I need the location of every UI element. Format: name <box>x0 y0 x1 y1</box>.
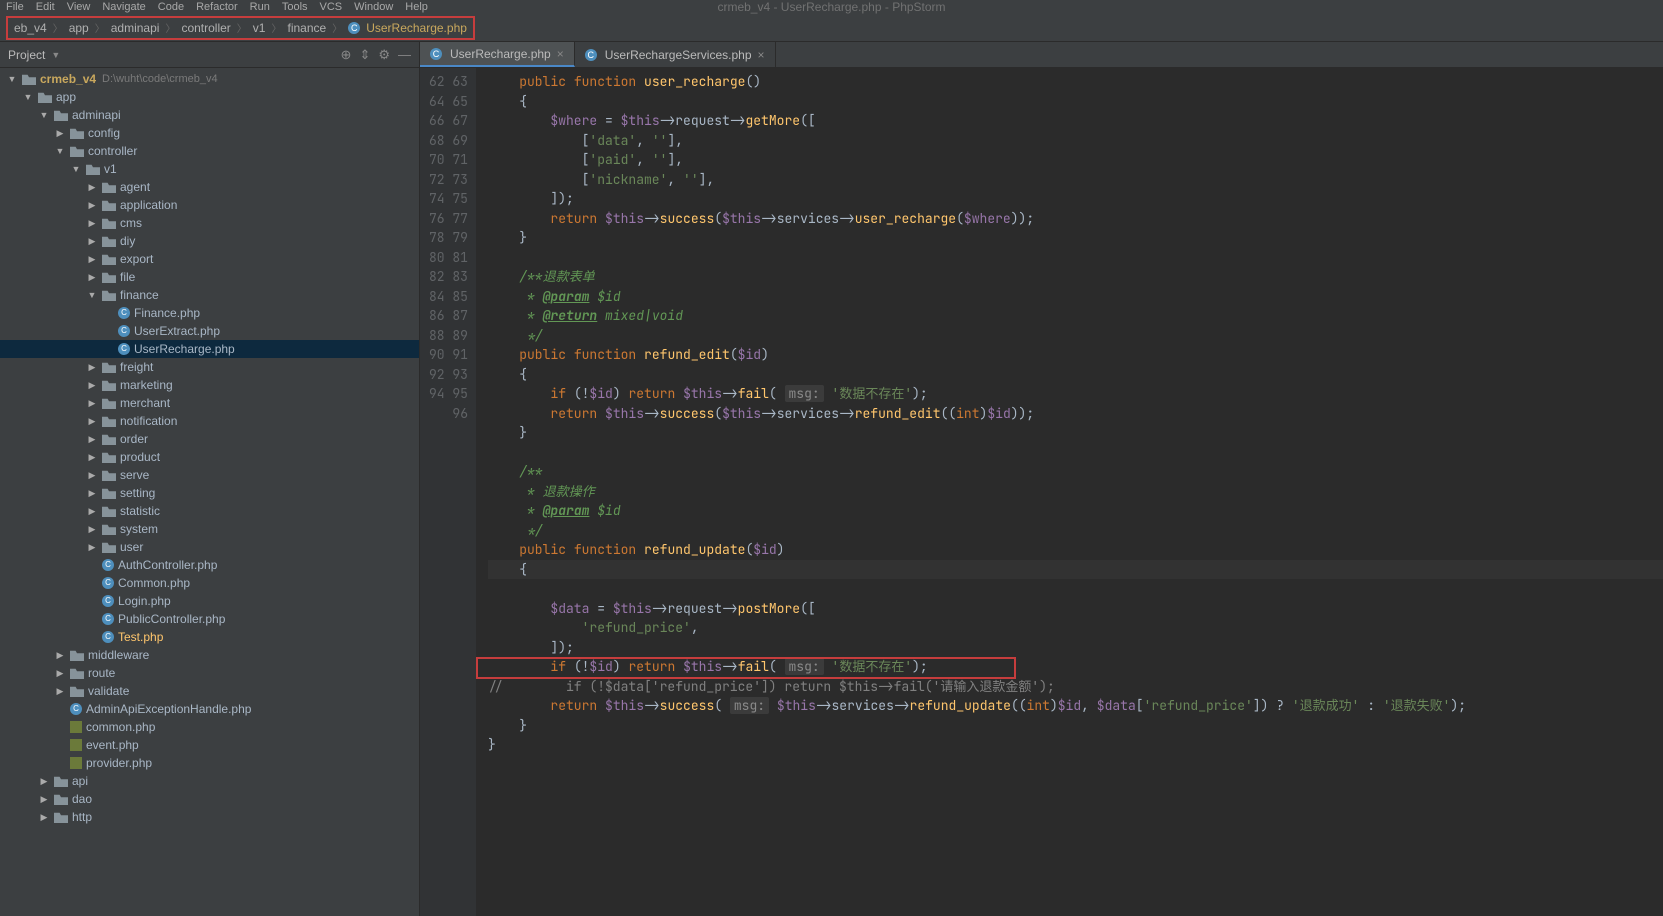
menu-item[interactable]: View <box>67 1 91 13</box>
breadcrumb-highlight-box: eb_v4〉 app〉 adminapi〉 controller〉 v1〉 fi… <box>6 16 475 40</box>
tree-folder[interactable]: ▶api <box>0 772 419 790</box>
hide-icon[interactable]: — <box>398 47 411 63</box>
gear-icon[interactable]: ⚙ <box>378 47 390 63</box>
tree-folder[interactable]: ▶dao <box>0 790 419 808</box>
editor-tabs: C UserRecharge.php × C UserRechargeServi… <box>420 42 1663 68</box>
tree-folder[interactable]: ▶marketing <box>0 376 419 394</box>
menu-item[interactable]: Help <box>405 1 428 13</box>
tree-folder[interactable]: ▶statistic <box>0 502 419 520</box>
tree-folder[interactable]: ▶validate <box>0 682 419 700</box>
tree-folder[interactable]: ▶freight <box>0 358 419 376</box>
tree-folder[interactable]: ▶order <box>0 430 419 448</box>
tree-file[interactable]: CTest.php <box>0 628 419 646</box>
tree-file[interactable]: CUserExtract.php <box>0 322 419 340</box>
menu-item[interactable]: Tools <box>282 1 308 13</box>
collapse-icon[interactable]: ⇕ <box>359 47 370 63</box>
tree-folder[interactable]: ▼v1 <box>0 160 419 178</box>
breadcrumb-item[interactable]: controller <box>181 21 230 35</box>
menubar: crmeb_v4 - UserRecharge.php - PhpStorm F… <box>0 0 1663 14</box>
tree-folder[interactable]: ▼adminapi <box>0 106 419 124</box>
breadcrumb-current[interactable]: UserRecharge.php <box>366 21 467 35</box>
code-content[interactable]: public function user_recharge() { $where… <box>476 68 1663 916</box>
tree-file[interactable]: CUserRecharge.php <box>0 340 419 358</box>
breadcrumb-item[interactable]: adminapi <box>111 21 160 35</box>
tree-folder[interactable]: ▶middleware <box>0 646 419 664</box>
tree-root[interactable]: ▼crmeb_v4D:\wuht\code\crmeb_v4 <box>0 70 419 88</box>
breadcrumb-item[interactable]: eb_v4 <box>14 21 47 35</box>
breadcrumb-item[interactable]: finance <box>287 21 326 35</box>
php-file-icon: C <box>348 22 360 34</box>
tree-folder[interactable]: ▼app <box>0 88 419 106</box>
menu-item[interactable]: Run <box>250 1 270 13</box>
menu-item[interactable]: Refactor <box>196 1 238 13</box>
title-text: crmeb_v4 - UserRecharge.php - PhpStorm <box>717 0 945 14</box>
tree-folder[interactable]: ▶export <box>0 250 419 268</box>
menu-item[interactable]: Window <box>354 1 393 13</box>
menu-item[interactable]: File <box>6 1 24 13</box>
tree-folder[interactable]: ▶diy <box>0 232 419 250</box>
tree-folder[interactable]: ▶cms <box>0 214 419 232</box>
tab-label: UserRecharge.php <box>450 47 551 61</box>
tree-file[interactable]: CCommon.php <box>0 574 419 592</box>
tree-folder[interactable]: ▶system <box>0 520 419 538</box>
tree-file[interactable]: CAdminApiExceptionHandle.php <box>0 700 419 718</box>
line-gutter: 62 63 64 65 66 67 68 69 70 71 72 73 74 7… <box>420 68 476 916</box>
tree-folder[interactable]: ▶serve <box>0 466 419 484</box>
tree-folder[interactable]: ▶setting <box>0 484 419 502</box>
tree-folder[interactable]: ▼controller <box>0 142 419 160</box>
project-tree[interactable]: ▼crmeb_v4D:\wuht\code\crmeb_v4▼app▼admin… <box>0 68 419 916</box>
menu-item[interactable]: VCS <box>320 1 343 13</box>
chevron-down-icon[interactable]: ▼ <box>51 50 60 60</box>
project-sidebar: Project ▼ ⊕ ⇕ ⚙ — ▼crmeb_v4D:\wuht\code\… <box>0 42 420 916</box>
breadcrumb-bar: eb_v4〉 app〉 adminapi〉 controller〉 v1〉 fi… <box>0 14 1663 42</box>
tree-file[interactable]: CLogin.php <box>0 592 419 610</box>
menu-item[interactable]: Code <box>158 1 184 13</box>
php-file-icon: C <box>585 49 597 61</box>
menu-item[interactable]: Navigate <box>102 1 145 13</box>
breadcrumb-item[interactable]: v1 <box>253 21 266 35</box>
editor-tab[interactable]: C UserRechargeServices.php × <box>575 42 776 67</box>
tree-folder[interactable]: ▶user <box>0 538 419 556</box>
breadcrumb-item[interactable]: app <box>69 21 89 35</box>
tree-file[interactable]: CAuthController.php <box>0 556 419 574</box>
tree-file[interactable]: CFinance.php <box>0 304 419 322</box>
tree-file[interactable]: provider.php <box>0 754 419 772</box>
tree-folder[interactable]: ▶route <box>0 664 419 682</box>
target-icon[interactable]: ⊕ <box>341 47 352 63</box>
tree-folder[interactable]: ▶file <box>0 268 419 286</box>
editor-tab[interactable]: C UserRecharge.php × <box>420 42 575 67</box>
tree-folder[interactable]: ▶notification <box>0 412 419 430</box>
tree-folder[interactable]: ▶application <box>0 196 419 214</box>
tree-folder[interactable]: ▶http <box>0 808 419 826</box>
tree-file[interactable]: event.php <box>0 736 419 754</box>
tree-folder[interactable]: ▶agent <box>0 178 419 196</box>
php-file-icon: C <box>430 48 442 60</box>
tree-file[interactable]: common.php <box>0 718 419 736</box>
code-editor[interactable]: 62 63 64 65 66 67 68 69 70 71 72 73 74 7… <box>420 68 1663 916</box>
tree-file[interactable]: CPublicController.php <box>0 610 419 628</box>
tree-folder[interactable]: ▼finance <box>0 286 419 304</box>
close-icon[interactable]: × <box>557 47 564 61</box>
tree-folder[interactable]: ▶product <box>0 448 419 466</box>
tree-folder[interactable]: ▶config <box>0 124 419 142</box>
close-icon[interactable]: × <box>758 48 765 62</box>
tab-label: UserRechargeServices.php <box>605 48 752 62</box>
project-tool-title[interactable]: Project <box>8 48 45 62</box>
menu-item[interactable]: Edit <box>36 1 55 13</box>
tree-folder[interactable]: ▶merchant <box>0 394 419 412</box>
